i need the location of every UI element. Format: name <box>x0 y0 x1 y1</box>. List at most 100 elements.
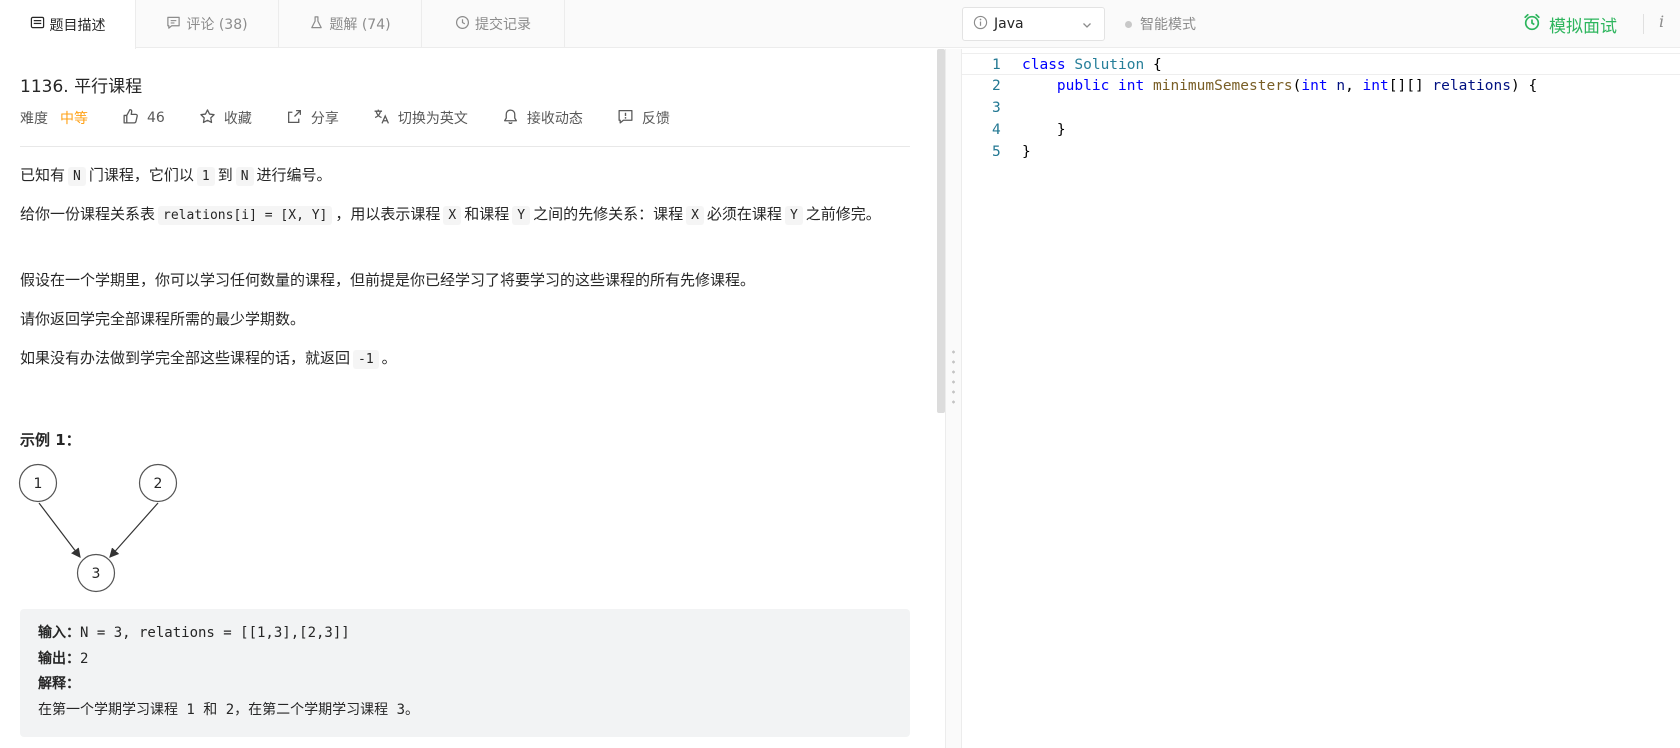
translate-icon <box>373 108 390 129</box>
example-graph: 1 2 3 <box>18 463 178 593</box>
switch-language-button[interactable]: 切换为英文 <box>373 108 468 129</box>
code-line-4[interactable]: 4 } <box>962 119 1680 141</box>
inline-code: Y <box>512 206 531 225</box>
code-line-1[interactable]: 1 class Solution { <box>962 53 1680 75</box>
graph-node-1-label: 1 <box>34 476 43 492</box>
code-keyword: int <box>1118 78 1145 94</box>
code-keyword: int <box>1362 78 1389 94</box>
smart-mode-toggle[interactable]: 智能模式 <box>1125 14 1196 34</box>
bell-icon <box>502 108 519 129</box>
text-segment: 之前修完。 <box>805 205 881 223</box>
inline-code: N <box>235 167 254 186</box>
text-segment: 必须在课程 <box>706 205 782 223</box>
inline-code: X <box>443 206 462 225</box>
text-segment: 如果没有办法做到学完全部这些课程的话，就返回 <box>20 349 351 367</box>
language-select[interactable]: Java <box>962 7 1105 41</box>
smart-mode-dot-icon <box>1125 20 1132 28</box>
tab-comments[interactable]: 评论 (38) <box>136 0 279 48</box>
code-line-2[interactable]: 2 public int minimumSemesters(int n, int… <box>962 75 1680 97</box>
tab-bar: 题目描述 评论 (38) 题解 (74) 提交记录 <box>0 0 565 49</box>
text-segment: 门课程，它们以 <box>88 166 194 184</box>
tab-submissions[interactable]: 提交记录 <box>422 0 565 48</box>
description-paragraph-5: 如果没有办法做到学完全部这些课程的话，就返回 -1。 <box>20 346 910 372</box>
line-number: 2 <box>992 78 1001 94</box>
difficulty-value: 中等 <box>60 111 88 127</box>
subscribe-label: 接收动态 <box>526 111 583 127</box>
description-paragraph-1: 已知有 N 门课程，它们以 1 到 N 进行编号。 <box>20 163 910 189</box>
inline-code: relations[i] = [X, Y] <box>158 206 333 225</box>
feedback-icon <box>617 108 634 129</box>
like-button[interactable]: 46 <box>122 108 165 129</box>
example-input-line: 输入：N = 3, relations = [[1,3],[2,3]] <box>38 621 892 647</box>
smart-mode-label: 智能模式 <box>1140 17 1196 33</box>
example-explain-value: 在第一个学期学习课程 1 和 2，在第二个学期学习课程 3。 <box>38 701 419 718</box>
tab-description[interactable]: 题目描述 <box>0 0 136 49</box>
switch-language-label: 切换为英文 <box>397 111 468 127</box>
code-param: n <box>1336 78 1346 94</box>
code-punct: } <box>1022 144 1031 160</box>
example-title: 示例 1： <box>20 431 81 449</box>
code-punct: { <box>1144 57 1162 73</box>
code-class-name: Solution <box>1074 57 1145 73</box>
flask-icon <box>309 15 324 34</box>
code-param: relations <box>1432 78 1511 94</box>
feedback-label: 反馈 <box>641 111 670 127</box>
example-box: 输入：N = 3, relations = [[1,3],[2,3]] 输出：2… <box>20 609 910 737</box>
code-text: } <box>1022 119 1066 141</box>
share-button[interactable]: 分享 <box>286 108 339 129</box>
text-segment: 给你一份课程关系表 <box>20 205 156 223</box>
description-icon <box>30 15 45 34</box>
example-explain-label: 解释： <box>38 676 80 692</box>
problem-meta-bar: 难度 中等 46 收藏 分享 切换为英文 接收动态 反馈 <box>20 108 704 128</box>
mock-interview-button[interactable]: 模拟面试 <box>1523 12 1617 37</box>
description-paragraph-2: 给你一份课程关系表 relations[i] = [X, Y] ，用以表示课程 X 和课… <box>20 202 910 228</box>
line-number: 1 <box>992 57 1001 73</box>
code-text: public int minimumSemesters(int n, int[]… <box>1022 75 1537 97</box>
top-bar: 题目描述 评论 (38) 题解 (74) 提交记录 Java 智能模式 模拟面试… <box>0 0 1680 49</box>
text-segment: 和课程 <box>464 205 510 223</box>
text-segment: 进行编号。 <box>256 166 332 184</box>
pane-splitter[interactable] <box>945 49 962 748</box>
share-icon <box>286 108 303 129</box>
graph-node-3-label: 3 <box>92 566 101 582</box>
star-icon <box>199 108 216 129</box>
feedback-button[interactable]: 反馈 <box>617 108 670 129</box>
inline-code: -1 <box>353 350 379 369</box>
thumbs-up-icon <box>122 108 139 129</box>
example-output-value: 2 <box>80 650 89 667</box>
code-line-3[interactable]: 3 <box>962 97 1680 119</box>
text-segment: 到 <box>217 166 233 184</box>
like-count: 46 <box>147 110 165 126</box>
favorite-button[interactable]: 收藏 <box>199 108 252 129</box>
meta-divider <box>20 146 910 147</box>
tab-comments-label: 评论 (38) <box>186 17 248 33</box>
tab-description-label: 题目描述 <box>49 17 106 34</box>
mock-interview-label: 模拟面试 <box>1549 17 1617 37</box>
text-segment: ，用以表示课程 <box>335 205 441 223</box>
description-scrollbar[interactable] <box>937 49 945 413</box>
code-punct: [][] <box>1388 78 1433 94</box>
code-text: } <box>1022 141 1031 163</box>
language-value: Java <box>994 16 1024 32</box>
info-circle-icon <box>973 15 994 34</box>
inline-code: 1 <box>196 167 215 186</box>
info-button[interactable]: i <box>1659 12 1664 31</box>
code-method-name: minimumSemesters <box>1152 78 1293 94</box>
line-number: 5 <box>992 144 1001 160</box>
code-punct: } <box>1056 122 1066 138</box>
graph-edge-2-3 <box>109 502 159 558</box>
favorite-label: 收藏 <box>223 111 252 127</box>
code-editor[interactable]: 1 class Solution { 2 public int minimumS… <box>962 49 1680 748</box>
line-number: 4 <box>992 122 1001 138</box>
drag-handle-icon <box>952 347 955 409</box>
code-punct: ) { <box>1510 78 1538 94</box>
toolbar-divider <box>1643 14 1644 34</box>
example-explain-line: 解释： <box>38 672 892 698</box>
tab-solutions[interactable]: 题解 (74) <box>279 0 422 48</box>
inline-code: N <box>68 167 86 186</box>
example-input-value: N = 3, relations = [[1,3],[2,3]] <box>80 625 350 641</box>
inline-code: X <box>686 206 704 225</box>
code-line-5[interactable]: 5 } <box>962 141 1680 163</box>
subscribe-button[interactable]: 接收动态 <box>502 108 583 129</box>
text-segment: 已知有 <box>20 166 66 184</box>
